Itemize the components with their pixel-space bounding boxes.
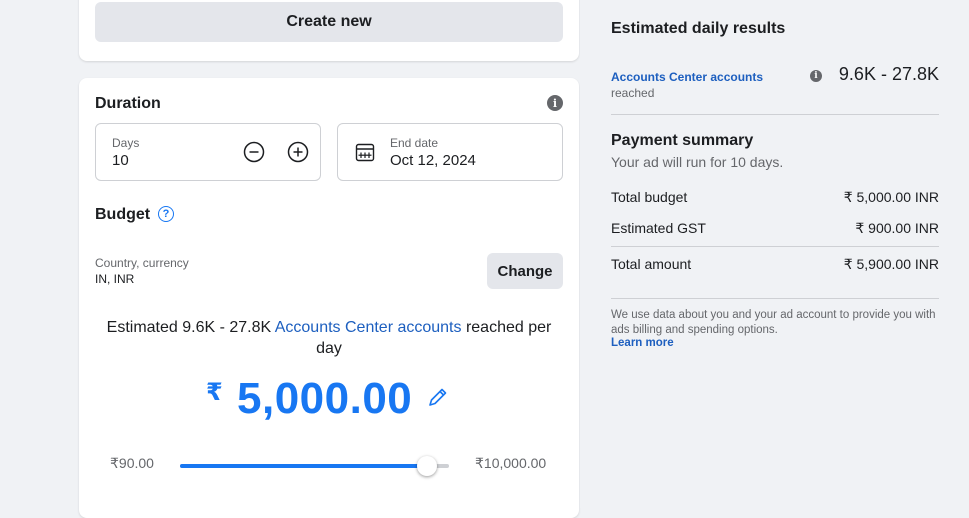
total-amount-value: ₹ 5,900.00 INR (843, 256, 939, 272)
help-icon[interactable]: ? (158, 206, 174, 222)
duration-title: Duration (95, 95, 161, 112)
min-budget-label: ₹90.00 (110, 455, 154, 471)
info-icon[interactable]: i (810, 70, 822, 82)
country-currency-label: Country, currency (95, 256, 189, 270)
max-budget-label: ₹10,000.00 (475, 455, 547, 471)
billing-note: We use data about you and your ad accoun… (611, 309, 936, 336)
divider (611, 114, 939, 115)
estimated-results-title: Estimated daily results (611, 20, 786, 37)
payment-summary-description: Your ad will run for 10 days. (611, 154, 784, 170)
left-column: Create new Duration i Days 10 End date O… (0, 0, 580, 518)
country-currency-value: IN, INR (95, 272, 135, 286)
days-value[interactable]: 10 (112, 152, 129, 169)
change-button[interactable]: Change (487, 253, 563, 289)
end-date-field[interactable]: End date Oct 12, 2024 (337, 123, 563, 181)
info-icon[interactable]: i (547, 95, 563, 111)
plus-circle-icon[interactable] (287, 141, 309, 163)
reached-label: reached (611, 86, 655, 100)
accounts-center-accounts-link[interactable]: Accounts Center accounts (611, 70, 763, 84)
end-date-value[interactable]: Oct 12, 2024 (390, 152, 476, 169)
total-budget-label: Total budget (611, 189, 688, 205)
days-field[interactable]: Days 10 (95, 123, 321, 181)
slider-handle[interactable] (417, 456, 438, 476)
total-budget-value: ₹ 5,000.00 INR (843, 189, 939, 205)
days-label: Days (112, 136, 140, 150)
budget-slider[interactable] (180, 456, 449, 476)
end-date-label: End date (390, 136, 439, 150)
estimated-gst-label: Estimated GST (611, 220, 706, 236)
divider (611, 246, 939, 247)
budget-amount[interactable]: ₹ 5,000.00 (79, 374, 579, 430)
calendar-icon (355, 143, 375, 162)
create-new-button[interactable]: Create new (95, 2, 563, 42)
minus-circle-icon[interactable] (243, 141, 265, 163)
right-panel: Estimated daily results Accounts Center … (580, 0, 969, 508)
payment-summary-title: Payment summary (611, 132, 754, 149)
accounts-center-link[interactable]: Accounts Center accounts (275, 319, 462, 336)
pencil-icon[interactable] (427, 386, 449, 408)
create-card: Create new (79, 0, 579, 61)
reach-range: 9.6K - 27.8K (838, 64, 939, 84)
estimate-prefix: Estimated 9.6K - 27.8K (106, 319, 275, 336)
learn-more-link[interactable]: Learn more (611, 337, 674, 349)
slider-fill (180, 464, 428, 468)
budget-title: Budget (95, 206, 151, 223)
duration-budget-card: Duration i Days 10 End date Oct 12, 2024… (79, 78, 579, 518)
total-amount-label: Total amount (611, 256, 692, 272)
estimated-gst-value: ₹ 900.00 INR (855, 220, 939, 236)
currency-symbol: ₹ (206, 379, 223, 406)
divider (611, 298, 939, 299)
amount-value[interactable]: 5,000.00 (237, 374, 412, 424)
estimate-text: Estimated 9.6K - 27.8K Accounts Center a… (95, 317, 563, 359)
